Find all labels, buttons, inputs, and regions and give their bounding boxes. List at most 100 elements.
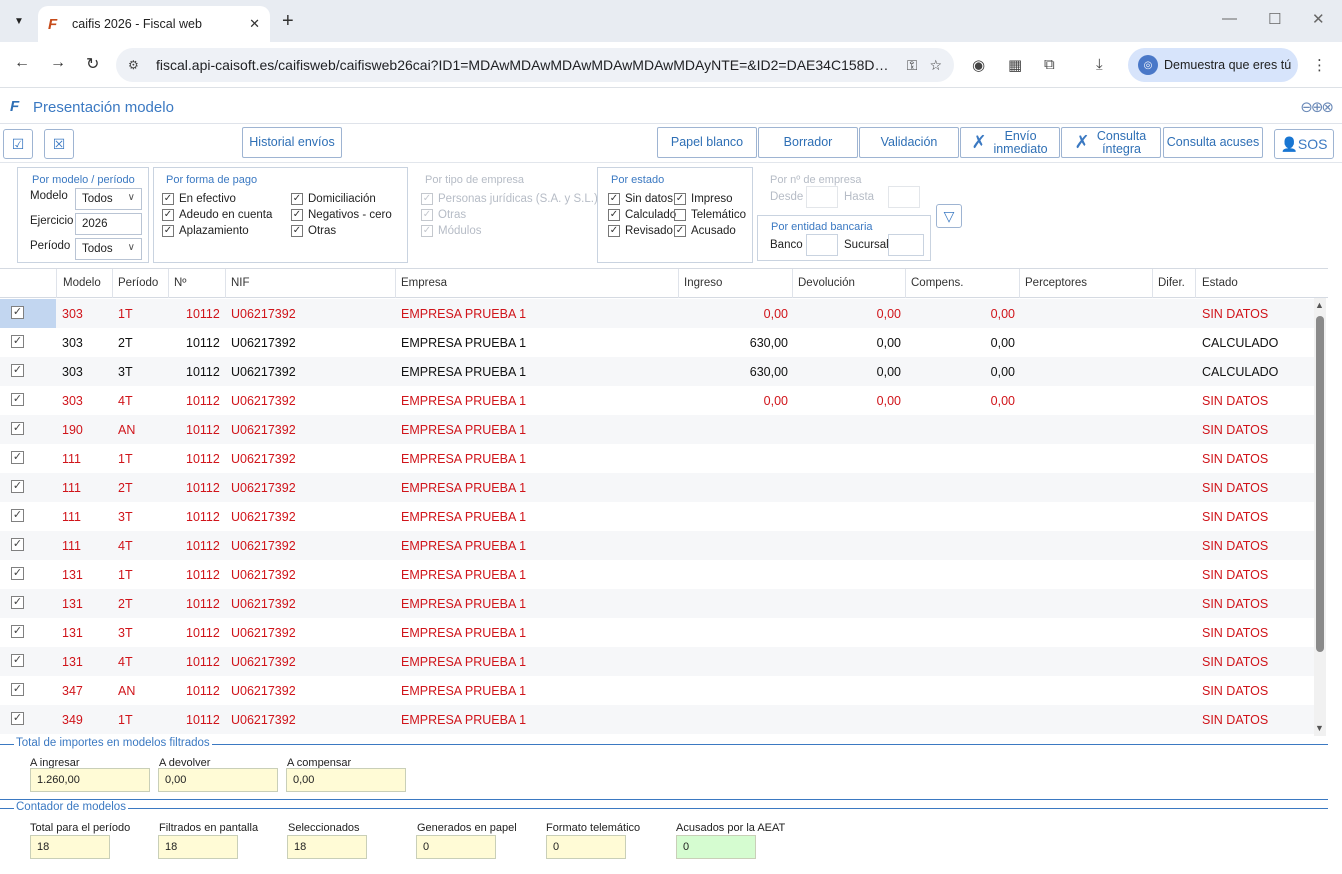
col-numero[interactable]: Nº: [174, 277, 187, 289]
chk-revisado[interactable]: ✓ Revisado: [608, 225, 673, 237]
row-checkbox[interactable]: ✓: [11, 625, 24, 638]
extensions-puzzle-icon[interactable]: ⧉: [1044, 56, 1055, 73]
col-modelo[interactable]: Modelo: [63, 277, 101, 289]
table-row[interactable]: ✓ 303 3T 10112 U06217392 EMPRESA PRUEBA 1 630,…: [0, 357, 1314, 386]
reload-icon[interactable]: ↻: [86, 54, 99, 74]
validacion-button[interactable]: Validación: [859, 127, 959, 158]
row-checkbox[interactable]: ✓: [11, 538, 24, 551]
chk-domiciliacion[interactable]: ✓ Domiciliación: [291, 193, 376, 205]
table-row[interactable]: ✓ 131 2T 10112 U06217392 EMPRESA PRUEBA 1 SIN …: [0, 589, 1314, 618]
browser-menu-icon[interactable]: ⋮: [1312, 56, 1327, 74]
key-icon[interactable]: ⚿: [907, 57, 918, 74]
url-text[interactable]: fiscal.api-caisoft.es/caifisweb/caifiswe…: [156, 57, 895, 73]
col-difer[interactable]: Difer.: [1158, 277, 1185, 289]
row-checkbox[interactable]: ✓: [11, 683, 24, 696]
col-nif[interactable]: NIF: [231, 277, 250, 289]
qr-code-icon[interactable]: ▦: [1008, 56, 1022, 74]
row-checkbox[interactable]: ✓: [11, 654, 24, 667]
window-controls[interactable]: ⊖⊕⊗: [1300, 98, 1334, 116]
sucursal-input[interactable]: [888, 234, 924, 256]
chk-adeudo-label: Adeudo en cuenta: [179, 209, 273, 221]
back-icon[interactable]: ←: [14, 54, 30, 72]
col-empresa[interactable]: Empresa: [401, 277, 447, 289]
entidad-legend: Por entidad bancaria: [771, 221, 873, 233]
tab-search-button[interactable]: ▼: [8, 10, 30, 32]
row-checkbox[interactable]: ✓: [11, 567, 24, 580]
extension-globe-icon[interactable]: ◉: [972, 56, 985, 74]
table-row[interactable]: ✓ 190 AN 10112 U06217392 EMPRESA PRUEBA 1 SIN …: [0, 415, 1314, 444]
papel-blanco-button[interactable]: Papel blanco: [657, 127, 757, 158]
forward-icon[interactable]: →: [50, 54, 66, 72]
row-checkbox[interactable]: ✓: [11, 422, 24, 435]
col-estado[interactable]: Estado: [1202, 277, 1238, 289]
row-checkbox[interactable]: ✓: [11, 509, 24, 522]
maximize-icon[interactable]: ☐: [1268, 10, 1281, 28]
site-info-icon[interactable]: ⚙: [128, 58, 156, 72]
row-checkbox[interactable]: ✓: [11, 596, 24, 609]
chk-telematico[interactable]: Telemático: [674, 209, 746, 221]
bookmark-star-icon[interactable]: ☆: [929, 57, 942, 74]
table-row[interactable]: ✓ 303 2T 10112 U06217392 EMPRESA PRUEBA 1 630,…: [0, 328, 1314, 357]
chk-calculado[interactable]: ✓ Calculado: [608, 209, 676, 221]
deselect-all-icon[interactable]: ☒: [44, 129, 74, 159]
col-perceptores[interactable]: Perceptores: [1025, 277, 1087, 289]
table-row[interactable]: ✓ 303 4T 10112 U06217392 EMPRESA PRUEBA 1 0,00…: [0, 386, 1314, 415]
row-checkbox[interactable]: ✓: [11, 393, 24, 406]
scroll-down-icon[interactable]: ▼: [1315, 723, 1324, 733]
col-periodo[interactable]: Período: [118, 277, 158, 289]
desde-input: [806, 186, 838, 208]
col-compens[interactable]: Compens.: [911, 277, 963, 289]
chk-impreso[interactable]: ✓ Impreso: [674, 193, 733, 205]
row-checkbox[interactable]: ✓: [11, 712, 24, 725]
url-omnibox[interactable]: ⚙ fiscal.api-caisoft.es/caifisweb/caifis…: [116, 48, 954, 82]
consulta-acuses-button[interactable]: Consulta acuses: [1163, 127, 1263, 158]
row-checkbox[interactable]: ✓: [11, 364, 24, 377]
support-sos-icon[interactable]: 👤SOS: [1274, 129, 1334, 159]
table-row[interactable]: ✓ 111 4T 10112 U06217392 EMPRESA PRUEBA 1 SIN …: [0, 531, 1314, 560]
row-checkbox[interactable]: ✓: [11, 335, 24, 348]
new-tab-button[interactable]: +: [282, 10, 294, 32]
chk-acusado[interactable]: ✓ Acusado: [674, 225, 736, 237]
table-row[interactable]: ✓ 303 1T 10112 U06217392 EMPRESA PRUEBA 1 0,00…: [0, 299, 1314, 328]
banco-input[interactable]: [806, 234, 838, 256]
download-icon[interactable]: ⤓: [1096, 56, 1103, 73]
select-all-icon[interactable]: ☑: [3, 129, 33, 159]
chk-otras-pago[interactable]: ✓ Otras: [291, 225, 336, 237]
table-row[interactable]: ✓ 349 1T 10112 U06217392 EMPRESA PRUEBA 1 SIN …: [0, 705, 1314, 734]
borrador-button[interactable]: Borrador: [758, 127, 858, 158]
table-row[interactable]: ✓ 111 1T 10112 U06217392 EMPRESA PRUEBA 1 SIN …: [0, 444, 1314, 473]
chk-efectivo[interactable]: ✓ En efectivo: [162, 193, 236, 205]
chk-aplazamiento[interactable]: ✓ Aplazamiento: [162, 225, 249, 237]
historial-envios-button[interactable]: Historial envíos: [242, 127, 342, 158]
browser-tab[interactable]: F caifis 2026 - Fiscal web ✕: [38, 6, 270, 42]
apply-filter-icon[interactable]: ▽: [936, 204, 962, 228]
app-favicon-icon: F: [48, 15, 58, 33]
row-checkbox[interactable]: ✓: [11, 306, 24, 319]
minimize-icon[interactable]: —: [1222, 10, 1237, 27]
chk-negativos[interactable]: ✓ Negativos - cero: [291, 209, 392, 221]
periodo-select[interactable]: Todos ∨: [75, 238, 142, 260]
scroll-thumb[interactable]: [1316, 316, 1324, 652]
col-devolucion[interactable]: Devolución: [798, 277, 855, 289]
col-ingreso[interactable]: Ingreso: [684, 277, 722, 289]
ejercicio-input[interactable]: 2026: [75, 213, 142, 235]
tipo-empresa-legend: Por tipo de empresa: [425, 174, 525, 186]
row-checkbox[interactable]: ✓: [11, 480, 24, 493]
modelo-select[interactable]: Todos ∨: [75, 188, 142, 210]
table-row[interactable]: ✓ 131 1T 10112 U06217392 EMPRESA PRUEBA 1 SIN …: [0, 560, 1314, 589]
grid-scrollbar[interactable]: ▲ ▼: [1314, 298, 1326, 736]
table-row[interactable]: ✓ 131 3T 10112 U06217392 EMPRESA PRUEBA 1 SIN …: [0, 618, 1314, 647]
envio-inmediato-button[interactable]: ✗ Envío inmediato: [960, 127, 1060, 158]
table-row[interactable]: ✓ 347 AN 10112 U06217392 EMPRESA PRUEBA 1 SIN …: [0, 676, 1314, 705]
table-row[interactable]: ✓ 131 4T 10112 U06217392 EMPRESA PRUEBA 1 SIN …: [0, 647, 1314, 676]
close-tab-icon[interactable]: ✕: [249, 16, 260, 32]
row-checkbox[interactable]: ✓: [11, 451, 24, 464]
profile-button[interactable]: ◎ Demuestra que eres tú: [1128, 48, 1298, 82]
chk-adeudo[interactable]: ✓ Adeudo en cuenta: [162, 209, 272, 221]
table-row[interactable]: ✓ 111 2T 10112 U06217392 EMPRESA PRUEBA 1 SIN …: [0, 473, 1314, 502]
close-window-icon[interactable]: ✕: [1312, 10, 1325, 28]
consulta-integra-button[interactable]: ✗ Consulta íntegra: [1061, 127, 1161, 158]
scroll-up-icon[interactable]: ▲: [1315, 300, 1324, 310]
chk-sin-datos[interactable]: ✓ Sin datos: [608, 193, 673, 205]
table-row[interactable]: ✓ 111 3T 10112 U06217392 EMPRESA PRUEBA 1 SIN …: [0, 502, 1314, 531]
